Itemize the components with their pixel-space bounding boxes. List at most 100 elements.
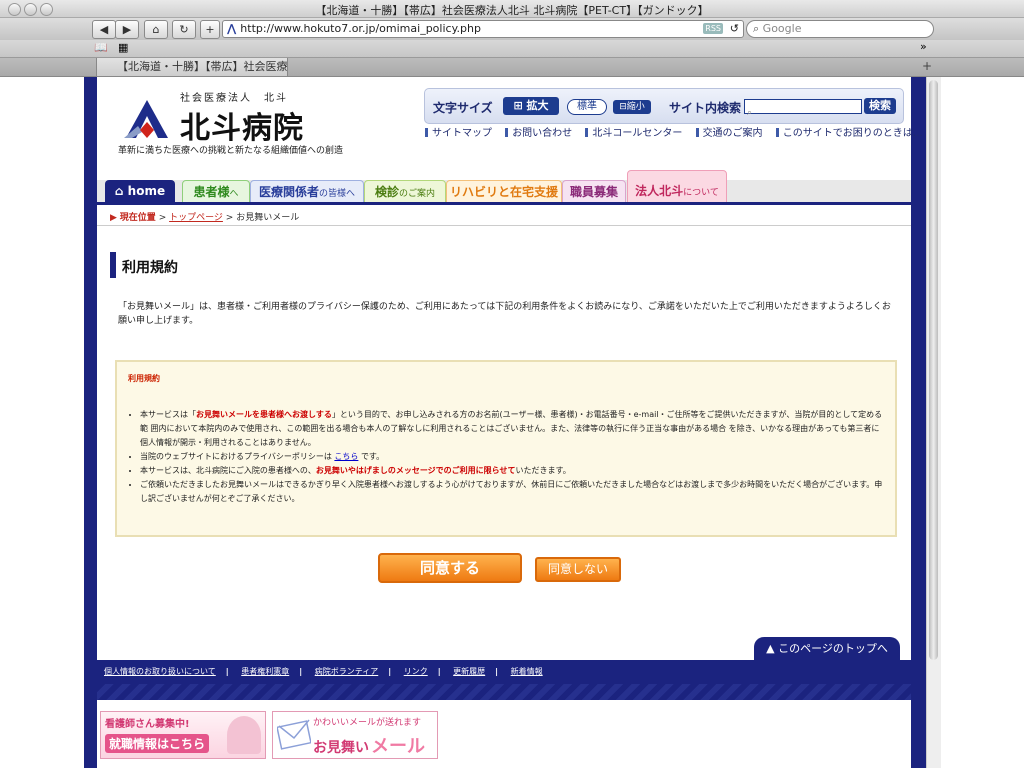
hospital-name-logo[interactable]: 北斗病院 <box>180 103 304 147</box>
reload-small-icon[interactable]: ↺ <box>730 21 739 37</box>
breadcrumb-separator: > <box>225 213 234 223</box>
tab-home-label: home <box>127 184 166 198</box>
new-tab-icon[interactable]: + <box>922 59 932 73</box>
footer-link-history[interactable]: 更新履歴 <box>453 667 485 676</box>
terms-text: です。 <box>360 452 385 461</box>
disagree-button[interactable]: 同意しない <box>535 557 621 582</box>
site-search-input[interactable]: ⌕ <box>744 99 862 118</box>
footer-separator: | <box>495 667 499 676</box>
terms-emphasis: お見舞いやはげましのメッセージでのご利用に限らせて <box>315 466 516 475</box>
link-call-center-label: 北斗コールセンター <box>592 128 683 139</box>
font-size-label: 文字サイズ <box>433 101 493 115</box>
rss-badge[interactable]: RSS <box>703 23 723 34</box>
terms-item: 本サービスは「お見舞いメールを患者様へお渡しする」という目的で、お申し込みされる… <box>140 408 885 450</box>
tab-checkup-label: 検診 <box>374 185 399 199</box>
scrollbar-thumb[interactable] <box>929 80 938 660</box>
terms-text: いただきます。 <box>515 466 571 475</box>
home-icon[interactable]: ⌂ <box>144 20 168 39</box>
link-help-label: このサイトでお困りのときは… <box>782 128 923 139</box>
terms-title: 利用規約 <box>128 374 160 383</box>
forward-button[interactable]: ▶ <box>115 20 139 39</box>
nav-underline <box>97 202 911 205</box>
terms-emphasis: お見舞いメールを患者様へお渡しする <box>196 410 332 419</box>
privacy-policy-link[interactable]: こちら <box>334 452 358 461</box>
tab-corporation-suffix: について <box>683 188 719 198</box>
footer-link-links[interactable]: リンク <box>404 667 428 676</box>
link-contact-label: お問い合わせ <box>512 128 573 139</box>
browser-search-field[interactable]: ⌕ Google <box>746 20 934 38</box>
breadcrumb-arrow-icon: ▶ <box>110 213 117 223</box>
tab-rehab[interactable]: リハビリと在宅支援 <box>446 180 562 204</box>
reload-icon[interactable]: ↻ <box>172 20 196 39</box>
nurse-recruit-banner[interactable]: 看護師さん募集中! 就職情報はこちら <box>100 711 266 759</box>
tab-recruit[interactable]: 職員募集 <box>562 180 626 204</box>
footer-separator: | <box>388 667 392 676</box>
site-search-button[interactable]: 検索 <box>864 98 896 114</box>
tab-home[interactable]: ⌂ home <box>105 180 175 202</box>
footer-link-news[interactable]: 新着情報 <box>511 667 543 676</box>
site-favicon-icon: ⋀ <box>227 22 237 35</box>
search-placeholder: Google <box>762 22 802 35</box>
nurse-illustration-icon <box>227 716 261 754</box>
back-button[interactable]: ◀ <box>92 20 116 39</box>
agree-button[interactable]: 同意する <box>378 553 522 583</box>
tab-corporation[interactable]: 法人北斗について <box>627 170 727 204</box>
terms-text: 本サービスは「 <box>140 410 196 419</box>
url-text: http://www.hokuto7.or.jp/omimai_policy.p… <box>240 22 481 35</box>
breadcrumb-divider <box>97 225 911 226</box>
top-sites-grid-icon[interactable]: ▦ <box>118 41 128 54</box>
breadcrumb-top-link[interactable]: トップページ <box>169 213 223 223</box>
link-contact[interactable]: お問い合わせ <box>505 128 572 139</box>
bookmarks-bar: 📖 ▦ » <box>0 40 1024 58</box>
tab-medical-suffix: の皆様へ <box>319 189 356 199</box>
link-sitemap[interactable]: サイトマップ <box>425 128 492 139</box>
hospital-logo-icon[interactable] <box>120 98 174 140</box>
header-links: サイトマップ お問い合わせ 北斗コールセンター 交通のご案内 このサイトでお困り… <box>425 124 923 139</box>
breadcrumb-current: お見舞いメール <box>236 213 300 223</box>
page-top-button[interactable]: ▲ このページのトップへ <box>754 637 900 660</box>
omimai-mail-banner[interactable]: かわいいメールが送れます お見舞い メール <box>272 711 438 759</box>
tab-recruit-label: 職員募集 <box>569 185 618 199</box>
font-shrink-button[interactable]: ⊟縮小 <box>613 100 651 114</box>
banner1-top-text: 看護師さん募集中! <box>105 719 190 730</box>
title-accent-bar <box>110 252 116 278</box>
tab-checkup[interactable]: 検診のご案内 <box>364 180 446 204</box>
tab-patients[interactable]: 患者様へ <box>182 180 250 204</box>
tab-title: 【北海道・十勝】【帯広】社会医療法… <box>117 60 288 73</box>
plus-icon: ⊞ <box>513 99 527 112</box>
minus-icon: ⊟ <box>619 102 627 112</box>
browser-tab[interactable]: 【北海道・十勝】【帯広】社会医療法… <box>96 58 288 76</box>
banner2-bottom-text2: メール <box>371 736 425 757</box>
link-help[interactable]: このサイトでお困りのときは… <box>775 128 923 139</box>
link-call-center[interactable]: 北斗コールセンター <box>585 128 682 139</box>
page-title: 利用規約 <box>122 260 178 276</box>
bookmarks-overflow-icon[interactable]: » <box>920 40 927 53</box>
tab-medical[interactable]: 医療関係者の皆様へ <box>250 180 364 204</box>
breadcrumb-label: 現在位置 <box>119 213 156 223</box>
window-title: 【北海道・十勝】【帯広】社会医療法人北斗 北斗病院【PET-CT】【ガンドック】 <box>315 4 709 17</box>
envelope-icon <box>277 719 311 750</box>
font-standard-button[interactable]: 標準 <box>567 99 607 115</box>
terms-text: ご依頼いただきましたお見舞いメールはできるかぎり早く入院患者様へお渡しするよう心… <box>140 480 883 503</box>
tab-rehab-label: リハビリと在宅支援 <box>449 185 558 199</box>
tab-patients-suffix: へ <box>229 189 239 199</box>
intro-text: 「お見舞いメール」は、患者様・ご利用者様のプライバシー保護のため、ご利用にあたっ… <box>118 302 891 326</box>
tagline: 革新に満ちた医療への挑戦と新たなる組織価値への創造 <box>118 146 344 156</box>
footer-link-rights[interactable]: 患者権利憲章 <box>241 667 289 676</box>
link-access[interactable]: 交通のご案内 <box>695 128 763 139</box>
page-frame-left <box>84 77 97 768</box>
page-frame-right <box>911 77 926 768</box>
font-enlarge-button[interactable]: ⊞ 拡大 <box>503 97 559 115</box>
footer-link-privacy[interactable]: 個人情報のお取り扱いについて <box>104 667 216 676</box>
banner1-bottom-text: 就職情報はこちら <box>105 734 210 753</box>
window-titlebar: 【北海道・十勝】【帯広】社会医療法人北斗 北斗病院【PET-CT】【ガンドック】 <box>0 0 1024 18</box>
url-field[interactable]: ⋀ http://www.hokuto7.or.jp/omimai_policy.… <box>222 20 744 38</box>
banner2-bottom: お見舞い メール <box>313 732 425 758</box>
bookmarks-book-icon[interactable]: 📖 <box>94 41 108 54</box>
add-bookmark-button[interactable]: + <box>200 20 220 39</box>
site-search-label: サイト内検索 <box>669 101 742 115</box>
terms-item: ご依頼いただきましたお見舞いメールはできるかぎり早く入院患者様へお渡しするよう心… <box>140 478 885 506</box>
terms-text: 本サービスは、北斗病院にご入院の患者様への、 <box>140 466 316 475</box>
footer-link-volunteer[interactable]: 病院ボランティア <box>315 667 379 676</box>
tab-medical-label: 医療関係者 <box>258 185 319 199</box>
